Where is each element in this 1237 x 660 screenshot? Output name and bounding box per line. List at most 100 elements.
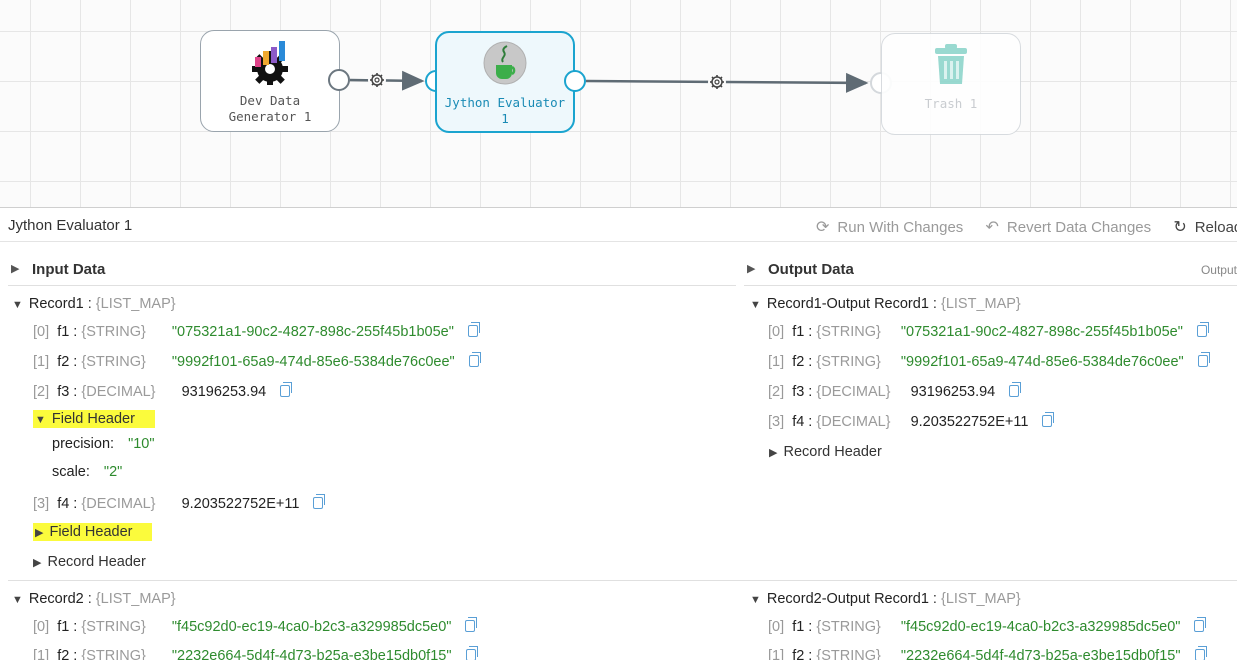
expand-triangle-icon[interactable]: ▼ — [750, 299, 761, 311]
field-type: {STRING} — [816, 648, 881, 660]
field-row: [2] f3 : {DECIMAL} 93196253.94 — [768, 382, 1022, 400]
field-key: f1 : — [57, 324, 78, 340]
field-row: [3] f4 : {DECIMAL} 9.203522752E+11 — [768, 412, 1055, 430]
field-header-toggle[interactable]: ▼ Field Header — [33, 410, 155, 428]
trash-icon — [935, 44, 967, 84]
field-key: f2 : — [792, 648, 813, 660]
record-name: Record2-Output Record1 — [766, 591, 929, 607]
record-header-toggle[interactable]: ▶ Record Header — [33, 554, 146, 570]
run-with-changes-label: Run With Changes — [837, 218, 964, 236]
copy-icon[interactable] — [467, 322, 480, 337]
copy-icon[interactable] — [1194, 617, 1207, 632]
field-type: {STRING} — [81, 354, 146, 370]
field-index: [1] — [768, 354, 785, 370]
output-port[interactable] — [564, 70, 586, 92]
field-key: f2 : — [792, 354, 813, 370]
copy-icon[interactable] — [468, 352, 481, 367]
field-index: [0] — [33, 324, 50, 340]
field-value[interactable]: "9992f101-65a9-474d-85e6-5384de76c0ee" — [172, 354, 455, 370]
field-type: {STRING} — [81, 648, 146, 660]
field-value[interactable]: 93196253.94 — [911, 384, 996, 400]
input-data-header[interactable]: ▶ Input Data — [8, 242, 736, 286]
collapse-triangle-icon[interactable]: ▶ — [11, 262, 19, 275]
reload-icon: ↻ — [1173, 219, 1187, 236]
field-value[interactable]: 9.203522752E+11 — [182, 496, 300, 512]
collapse-triangle-icon[interactable]: ▶ — [769, 447, 777, 459]
expand-triangle-icon[interactable]: ▼ — [750, 594, 761, 606]
output-data-header[interactable]: ▶ Output Data Output — [744, 242, 1237, 286]
field-index: [2] — [33, 384, 50, 400]
pipeline-canvas[interactable]: Dev Data Generator 1 Jython Evaluator 1 … — [0, 0, 1237, 208]
collapse-triangle-icon[interactable]: ▶ — [747, 262, 755, 275]
output-data-panel: ▶ Output Data Output — [744, 242, 1237, 286]
field-key: f3 : — [57, 384, 78, 400]
field-key: f1 : — [792, 324, 813, 340]
stage-node-dev-data-generator[interactable]: Dev Data Generator 1 — [200, 30, 340, 132]
field-index: [1] — [768, 648, 785, 660]
record-name: Record1-Output Record1 — [766, 296, 929, 312]
field-row: [3] f4 : {DECIMAL} 9.203522752E+11 — [33, 494, 326, 512]
record-header-label: Record Header — [783, 444, 882, 460]
field-row: [0] f1 : {STRING} "075321a1-90c2-4827-89… — [768, 322, 1209, 340]
attr-value: "10" — [128, 436, 155, 452]
record-name: Record2 — [28, 591, 84, 607]
copy-icon[interactable] — [1196, 322, 1209, 337]
record-header-row[interactable]: ▼ Record2 : {LIST_MAP} — [12, 591, 176, 607]
field-index: [3] — [33, 496, 50, 512]
field-row: [1] f2 : {STRING} "2232e664-5d4f-4d73-b2… — [768, 646, 1207, 660]
expand-triangle-icon[interactable]: ▼ — [12, 594, 23, 606]
field-header-toggle[interactable]: ▶ Field Header — [33, 523, 153, 541]
copy-icon[interactable] — [313, 494, 326, 509]
field-value[interactable]: "2232e664-5d4f-4d73-b25a-e3be15db0f15" — [172, 648, 452, 660]
field-value[interactable]: "075321a1-90c2-4827-898c-255f45b1b05e" — [901, 324, 1183, 340]
copy-icon[interactable] — [1042, 412, 1055, 427]
field-index: [0] — [33, 619, 50, 635]
copy-icon[interactable] — [280, 382, 293, 397]
preview-stage-title: Jython Evaluator 1 — [8, 217, 133, 234]
field-value[interactable]: "075321a1-90c2-4827-898c-255f45b1b05e" — [172, 324, 454, 340]
preview-toolbar: Jython Evaluator 1 ⟳ Run With Changes ↶ … — [0, 209, 1237, 242]
field-value[interactable]: "9992f101-65a9-474d-85e6-5384de76c0ee" — [901, 354, 1184, 370]
run-with-changes-button[interactable]: ⟳ Run With Changes — [816, 217, 963, 237]
edge-jython-to-trash[interactable] — [585, 72, 869, 93]
jython-cup-icon — [483, 41, 527, 85]
record-name: Record1 — [28, 296, 84, 312]
expand-triangle-icon[interactable]: ▼ — [35, 414, 46, 426]
field-value[interactable]: 9.203522752E+11 — [911, 414, 1029, 430]
field-key: f2 : — [57, 354, 78, 370]
field-type: {STRING} — [816, 619, 881, 635]
field-value[interactable]: "2232e664-5d4f-4d73-b25a-e3be15db0f15" — [901, 648, 1181, 660]
field-header-label: Field Header — [51, 411, 135, 427]
field-key: f4 : — [792, 414, 813, 430]
output-port[interactable] — [328, 69, 350, 91]
edge-gear-icon[interactable] — [708, 73, 726, 91]
field-type: {DECIMAL} — [81, 496, 156, 512]
input-data-panel: ▶ Input Data — [8, 242, 736, 286]
field-row: [2] f3 : {DECIMAL} 93196253.94 — [33, 382, 293, 400]
copy-icon[interactable] — [1194, 646, 1207, 660]
record-header-label: Record Header — [47, 554, 146, 570]
record-header-toggle[interactable]: ▶ Record Header — [769, 444, 882, 460]
input-data-title: Input Data — [32, 261, 106, 278]
record-header-row[interactable]: ▼ Record2-Output Record1 : {LIST_MAP} — [750, 591, 1021, 607]
collapse-triangle-icon[interactable]: ▶ — [35, 527, 43, 539]
copy-icon[interactable] — [465, 617, 478, 632]
stage-node-trash[interactable]: Trash 1 — [881, 33, 1021, 135]
record-header-row[interactable]: ▼ Record1-Output Record1 : {LIST_MAP} — [750, 296, 1021, 312]
field-value[interactable]: "f45c92d0-ec19-4ca0-b2c3-a329985dc5e0" — [172, 619, 452, 635]
collapse-triangle-icon[interactable]: ▶ — [33, 557, 41, 569]
stage-node-jython-evaluator[interactable]: Jython Evaluator 1 — [435, 31, 575, 133]
revert-data-changes-button[interactable]: ↶ Revert Data Changes — [985, 217, 1151, 237]
field-value[interactable]: "f45c92d0-ec19-4ca0-b2c3-a329985dc5e0" — [901, 619, 1181, 635]
expand-triangle-icon[interactable]: ▼ — [12, 299, 23, 311]
record-header-row[interactable]: ▼ Record1 : {LIST_MAP} — [12, 296, 176, 312]
reload-button[interactable]: ↻ Reload — [1173, 217, 1237, 237]
copy-icon[interactable] — [1197, 352, 1210, 367]
pipeline-edges — [349, 70, 869, 93]
copy-icon[interactable] — [1009, 382, 1022, 397]
edge-dev-to-jython[interactable] — [349, 70, 425, 91]
field-type: {DECIMAL} — [816, 384, 891, 400]
field-value[interactable]: 93196253.94 — [182, 384, 267, 400]
copy-icon[interactable] — [465, 646, 478, 660]
edge-gear-icon[interactable] — [368, 71, 386, 89]
